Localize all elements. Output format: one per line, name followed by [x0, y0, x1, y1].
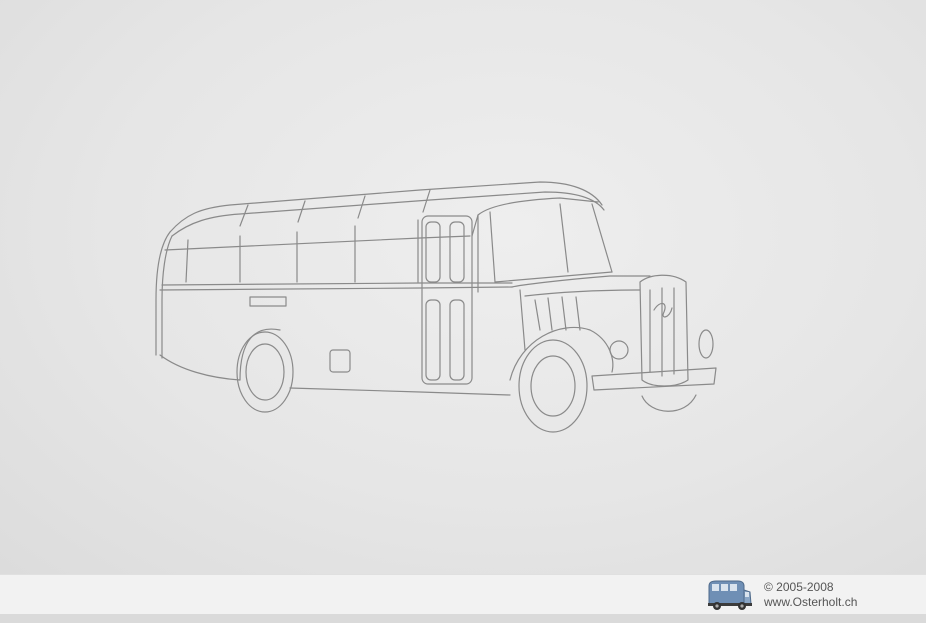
copyright-text: © 2005-2008 [764, 580, 834, 594]
pencil-sketch-image [0, 0, 926, 574]
credit-text: © 2005-2008 www.Osterholt.ch [764, 580, 857, 610]
bus-logo-icon [706, 578, 754, 612]
website-link[interactable]: www.Osterholt.ch [764, 595, 857, 610]
bottom-strip [0, 614, 926, 623]
bus-sketch [155, 181, 717, 433]
page: © 2005-2008 www.Osterholt.ch [0, 0, 926, 623]
